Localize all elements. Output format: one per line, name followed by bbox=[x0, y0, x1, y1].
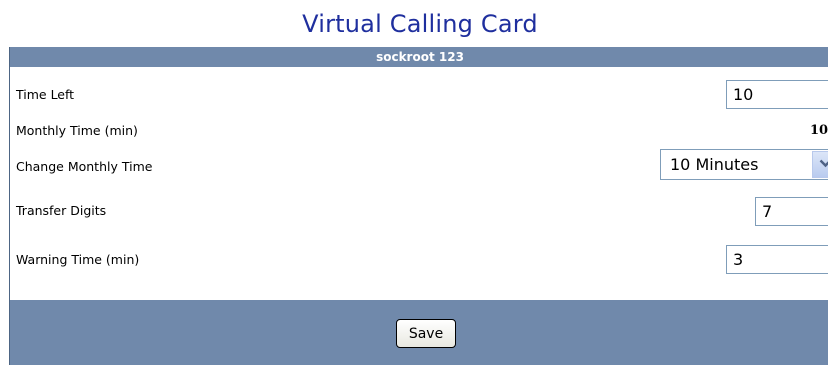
chevron-down-icon bbox=[819, 159, 828, 168]
card-header: sockroot 123 bbox=[10, 47, 828, 67]
save-button[interactable]: Save bbox=[396, 319, 456, 348]
change-monthly-time-select[interactable]: 10 Minutes bbox=[660, 149, 828, 180]
transfer-digits-input[interactable] bbox=[755, 197, 828, 226]
time-left-input[interactable] bbox=[726, 80, 828, 109]
select-dropdown-button[interactable] bbox=[812, 151, 828, 178]
form-rows: Time Left Monthly Time (min) 10 Change M… bbox=[10, 67, 828, 300]
monthly-time-label: Monthly Time (min) bbox=[16, 123, 138, 138]
form-footer: Save bbox=[10, 300, 828, 365]
warning-time-label: Warning Time (min) bbox=[16, 252, 140, 267]
change-monthly-time-selected: 10 Minutes bbox=[670, 155, 759, 174]
transfer-digits-label: Transfer Digits bbox=[16, 203, 107, 218]
monthly-time-value: 10 bbox=[810, 123, 828, 138]
time-left-label: Time Left bbox=[16, 87, 75, 102]
change-monthly-time-label: Change Monthly Time bbox=[16, 159, 153, 174]
warning-time-input[interactable] bbox=[726, 245, 828, 274]
page-title: Virtual Calling Card bbox=[302, 10, 538, 38]
calling-card-form: sockroot 123 Time Left Monthly Time (min… bbox=[9, 47, 828, 365]
page: Virtual Calling Card sockroot 123 Time L… bbox=[0, 0, 828, 365]
